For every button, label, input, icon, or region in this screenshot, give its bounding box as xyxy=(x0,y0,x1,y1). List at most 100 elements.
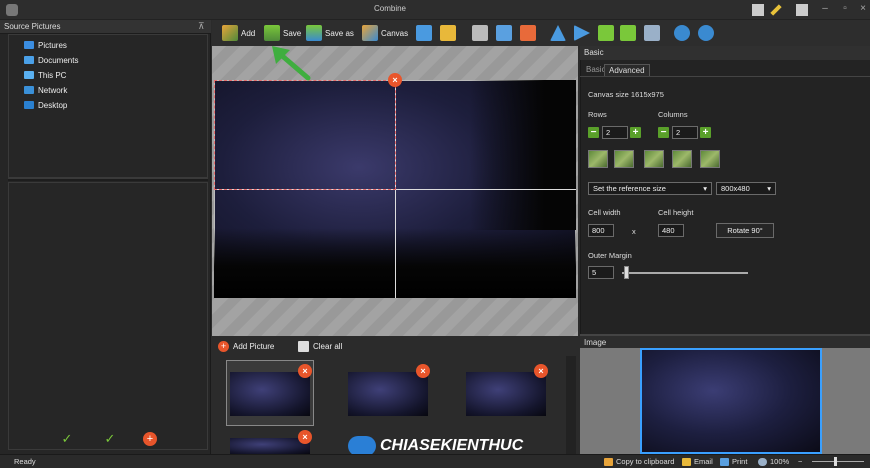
reference-size-select[interactable]: 800x480 ▾ xyxy=(716,182,776,195)
tree-item-pictures[interactable]: Pictures xyxy=(24,38,67,52)
layout-preset-1[interactable] xyxy=(588,150,608,168)
email-status-button[interactable]: Email xyxy=(682,457,713,466)
outer-margin-slider[interactable] xyxy=(622,272,748,274)
image-panel-title: Image xyxy=(584,338,607,347)
pin-icon[interactable]: ⊼ xyxy=(198,21,205,32)
save-button[interactable]: Save xyxy=(264,24,301,42)
clear-all-button[interactable]: Clear all xyxy=(298,341,342,352)
close-button[interactable]: × xyxy=(856,3,870,14)
tree-item-this-pc[interactable]: This PC xyxy=(24,68,66,82)
save-as-button[interactable]: Save as xyxy=(306,24,354,42)
remove-thumbnail-icon[interactable]: × xyxy=(298,364,312,378)
flip-vertical-button[interactable] xyxy=(550,24,566,42)
tab-divider xyxy=(580,76,870,77)
times-symbol: x xyxy=(632,227,636,236)
columns-field[interactable]: 2 xyxy=(672,126,698,139)
panel-splitter[interactable] xyxy=(8,178,208,181)
thumbnail[interactable] xyxy=(230,372,310,416)
flip-horizontal-icon xyxy=(574,25,590,41)
add-circle-icon[interactable]: + xyxy=(143,432,157,446)
layout-preset-4[interactable] xyxy=(672,150,692,168)
pencil-icon[interactable] xyxy=(770,4,782,16)
computer-icon xyxy=(24,71,34,79)
zoom-out-button[interactable] xyxy=(698,24,714,42)
columns-decrement-button[interactable]: − xyxy=(658,127,669,138)
zoom-in-button[interactable] xyxy=(674,24,690,42)
zoom-slider[interactable] xyxy=(812,461,864,462)
tree-item-documents[interactable]: Documents xyxy=(24,53,78,67)
cut-button[interactable] xyxy=(472,24,488,42)
zoom-indicator[interactable]: 100% xyxy=(758,457,789,466)
remove-thumbnail-icon[interactable]: × xyxy=(416,364,430,378)
add-picture-button[interactable]: + Add Picture xyxy=(218,341,274,352)
effects-icon xyxy=(644,25,660,41)
document-icon[interactable] xyxy=(752,4,764,16)
zoom-slider-thumb[interactable] xyxy=(834,457,837,466)
layout-preset-5[interactable] xyxy=(700,150,720,168)
restore-button[interactable]: ▫ xyxy=(838,3,852,14)
layout-preset-3[interactable] xyxy=(644,150,664,168)
rotate-90-button[interactable]: Rotate 90° xyxy=(716,223,774,238)
check-all-icon[interactable]: ✓ xyxy=(103,432,117,446)
tree-item-label: Desktop xyxy=(38,100,68,110)
copy-to-clipboard-button[interactable]: Copy to clipboard xyxy=(604,457,674,466)
flip-horizontal-button[interactable] xyxy=(574,24,590,42)
tree-item-desktop[interactable]: Desktop xyxy=(24,98,67,112)
rotate-left-button[interactable] xyxy=(598,24,614,42)
zoom-value: 100% xyxy=(770,457,790,466)
remove-thumbnail-icon[interactable]: × xyxy=(534,364,548,378)
file-list xyxy=(8,182,208,450)
pictures-folder-icon xyxy=(24,41,34,49)
image-preview[interactable] xyxy=(640,348,822,454)
cell-height-field[interactable]: 480 xyxy=(658,224,684,237)
effects-button[interactable] xyxy=(644,24,660,42)
rows-label: Rows xyxy=(588,110,607,119)
print-button[interactable] xyxy=(416,24,432,42)
rotate-right-button[interactable] xyxy=(620,24,636,42)
canvas-button[interactable]: Canvas xyxy=(362,24,408,42)
reference-size-value: 800x480 xyxy=(721,184,750,193)
tab-advanced[interactable]: Advanced xyxy=(604,64,650,76)
window-icon[interactable] xyxy=(796,4,808,16)
tree-item-label: Network xyxy=(38,85,68,95)
check-icon[interactable]: ✓ xyxy=(60,432,74,446)
reference-mode-select[interactable]: Set the reference size ▾ xyxy=(588,182,712,195)
thumbnail[interactable] xyxy=(466,372,546,416)
selected-cell[interactable] xyxy=(214,80,396,190)
columns-label: Columns xyxy=(658,110,688,119)
columns-increment-button[interactable]: + xyxy=(700,127,711,138)
cell-width-field[interactable]: 800 xyxy=(588,224,614,237)
remove-cell-icon[interactable]: × xyxy=(388,73,402,87)
save-label: Save xyxy=(283,28,302,38)
canvas-size-label: Canvas size 1615x975 xyxy=(588,90,664,99)
copy-icon xyxy=(496,25,512,41)
source-pictures-title: Source Pictures xyxy=(4,22,61,31)
print-status-button[interactable]: Print xyxy=(720,457,747,466)
minimize-button[interactable]: – xyxy=(818,3,832,14)
copy-button[interactable] xyxy=(496,24,512,42)
add-button[interactable]: Add xyxy=(222,24,255,42)
cell-height-label: Cell height xyxy=(658,208,694,217)
watermark-logo xyxy=(348,436,376,456)
rows-field[interactable]: 2 xyxy=(602,126,628,139)
outer-margin-slider-thumb[interactable] xyxy=(624,266,629,279)
zoom-out-status-button[interactable]: − xyxy=(798,457,802,466)
scissors-icon xyxy=(472,25,488,41)
paste-button[interactable] xyxy=(520,24,536,42)
rows-decrement-button[interactable]: − xyxy=(588,127,599,138)
outer-margin-label: Outer Margin xyxy=(588,251,632,260)
flip-vertical-icon xyxy=(550,25,566,41)
add-label: Add xyxy=(241,28,256,38)
email-button[interactable] xyxy=(440,24,456,42)
layout-preset-2[interactable] xyxy=(614,150,634,168)
outer-margin-field[interactable]: 5 xyxy=(588,266,614,279)
email-icon xyxy=(682,457,691,466)
save-as-icon xyxy=(306,25,322,41)
rows-increment-button[interactable]: + xyxy=(630,127,641,138)
image-panel-header: Image xyxy=(580,334,870,348)
remove-thumbnail-icon[interactable]: × xyxy=(298,430,312,444)
vertical-scrollbar[interactable] xyxy=(566,356,576,454)
thumbnail[interactable] xyxy=(348,372,428,416)
tree-item-network[interactable]: Network xyxy=(24,83,67,97)
title-bar: Combine – ▫ × xyxy=(0,0,870,20)
